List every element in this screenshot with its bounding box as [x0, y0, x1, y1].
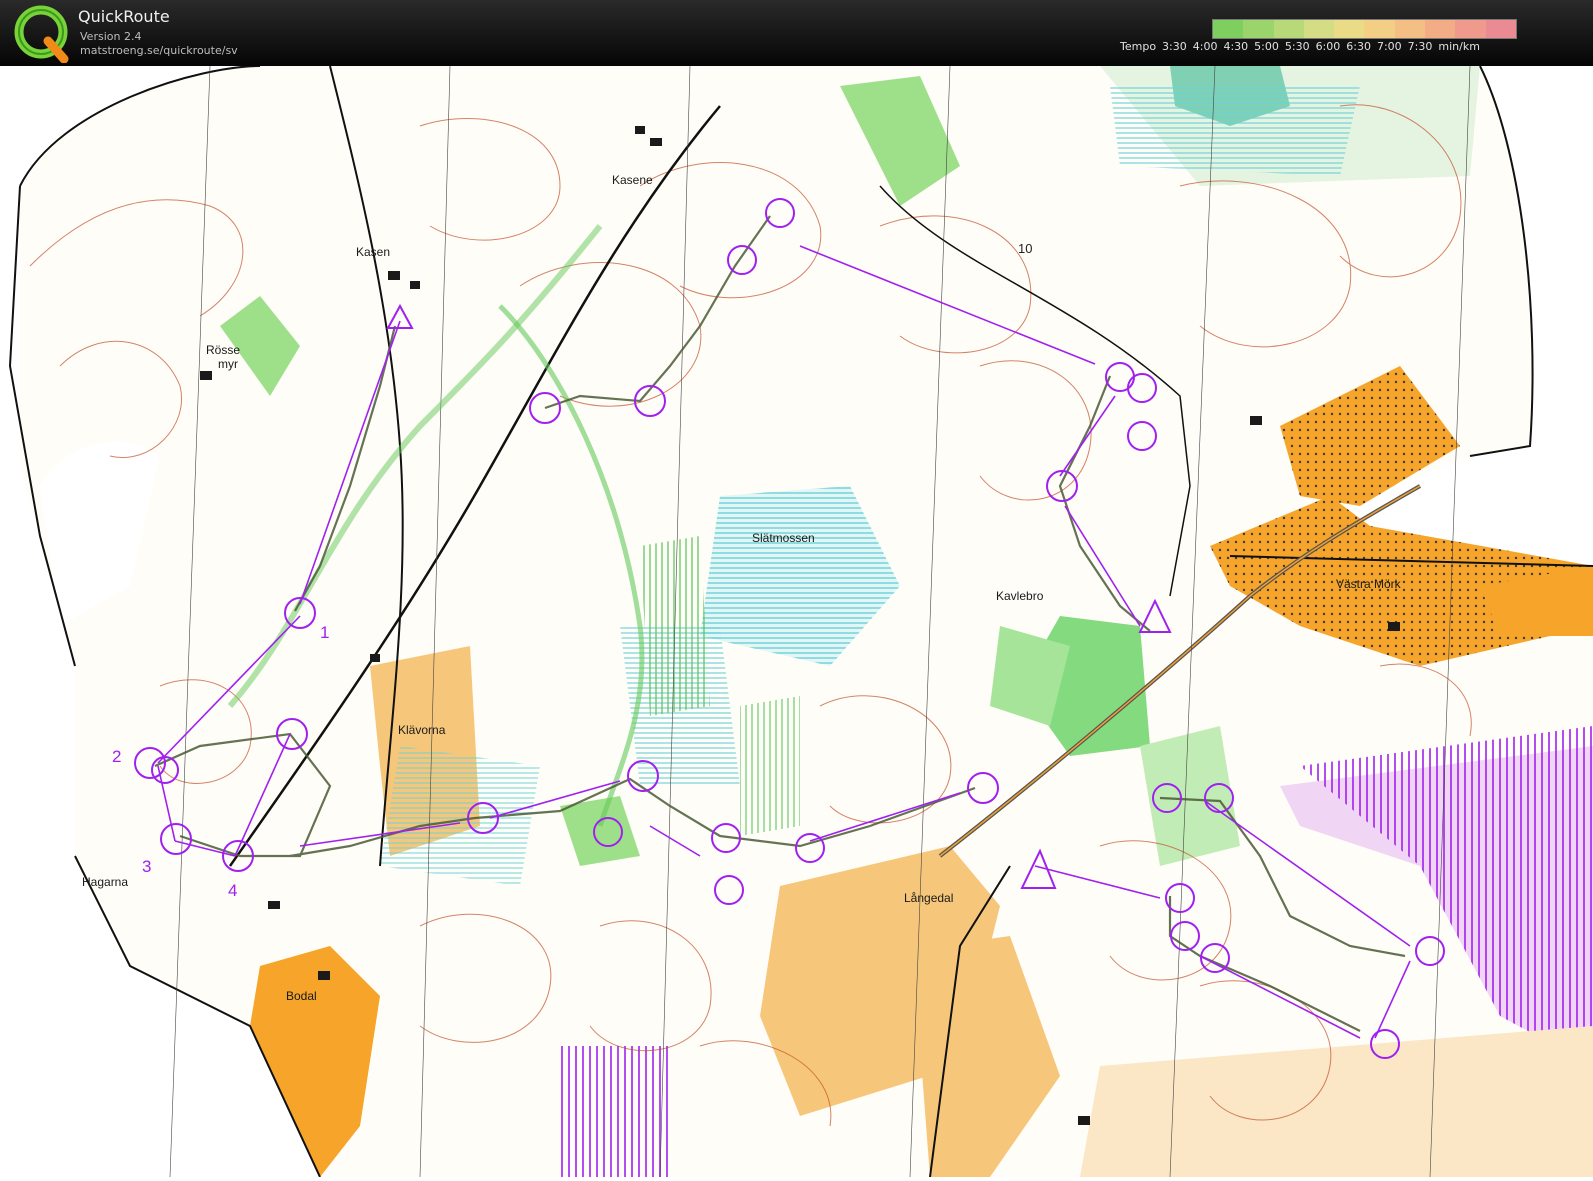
place-name: Kasen — [356, 245, 390, 259]
pace-tick: 4:30 — [1223, 40, 1249, 53]
place-name: Långedal — [904, 891, 953, 905]
pace-tick: 7:00 — [1376, 40, 1402, 53]
place-name: Västra Mörk — [1336, 577, 1402, 591]
control-number: 1 — [320, 623, 329, 642]
pace-tick: 6:00 — [1315, 40, 1341, 53]
pace-tick: 4:00 — [1192, 40, 1218, 53]
quickroute-logo-icon — [14, 5, 69, 63]
pace-color-cell — [1455, 20, 1486, 38]
orienteering-map[interactable]: 1 2 3 4 10 Kasene Kasen Rösse myr Slätmo… — [0, 65, 1593, 1178]
place-name: myr — [218, 357, 238, 371]
app-header: QuickRoute Version 2.4 matstroeng.se/qui… — [0, 0, 1593, 66]
pace-color-cell — [1485, 20, 1516, 38]
app-url-link[interactable]: matstroeng.se/quickroute/sv — [80, 44, 238, 57]
place-name: Rösse — [206, 343, 240, 357]
place-name: Hagarna — [82, 875, 128, 889]
control-number: 10 — [1018, 241, 1032, 256]
place-name: Kasene — [612, 173, 653, 187]
pace-unit: min/km — [1438, 40, 1480, 53]
app-version: Version 2.4 — [80, 30, 142, 43]
pace-color-bar — [1212, 19, 1517, 39]
place-name: Kavlebro — [996, 589, 1044, 603]
pace-label: Tempo — [1120, 40, 1157, 53]
pace-tick: 5:00 — [1254, 40, 1279, 53]
control-number: 2 — [112, 747, 121, 766]
pace-tick: 6:30 — [1346, 40, 1371, 53]
terrain-layer — [20, 66, 1593, 1177]
place-name: Klävorna — [398, 723, 446, 737]
pace-tick: 7:30 — [1407, 40, 1433, 53]
pace-tick: 5:30 — [1284, 40, 1310, 53]
place-name: Bodal — [286, 989, 317, 1003]
app-name: QuickRoute — [78, 7, 170, 26]
map-canvas[interactable]: 1 2 3 4 10 Kasene Kasen Rösse myr Slätmo… — [0, 65, 1593, 1178]
pace-color-cell — [1213, 20, 1244, 38]
pace-color-cell — [1273, 20, 1304, 38]
pace-labels: Tempo 3:30 4:00 4:30 5:00 5:30 6:00 6:30 7:00 7:3… — [1120, 40, 1486, 53]
pace-color-cell — [1425, 20, 1456, 38]
place-name: Slätmossen — [752, 531, 815, 545]
pace-color-cell — [1303, 20, 1335, 38]
pace-tick: 3:30 — [1162, 40, 1187, 53]
control-number: 3 — [142, 857, 151, 876]
pace-legend: Tempo 3:30 4:00 4:30 5:00 5:30 6:00 6:30 7:00 7:3… — [1120, 16, 1590, 60]
control-number: 4 — [228, 881, 237, 900]
pace-color-cell — [1364, 20, 1395, 38]
pace-color-cell — [1243, 20, 1274, 38]
pace-color-cell — [1334, 20, 1365, 38]
pace-color-cell — [1394, 20, 1426, 38]
